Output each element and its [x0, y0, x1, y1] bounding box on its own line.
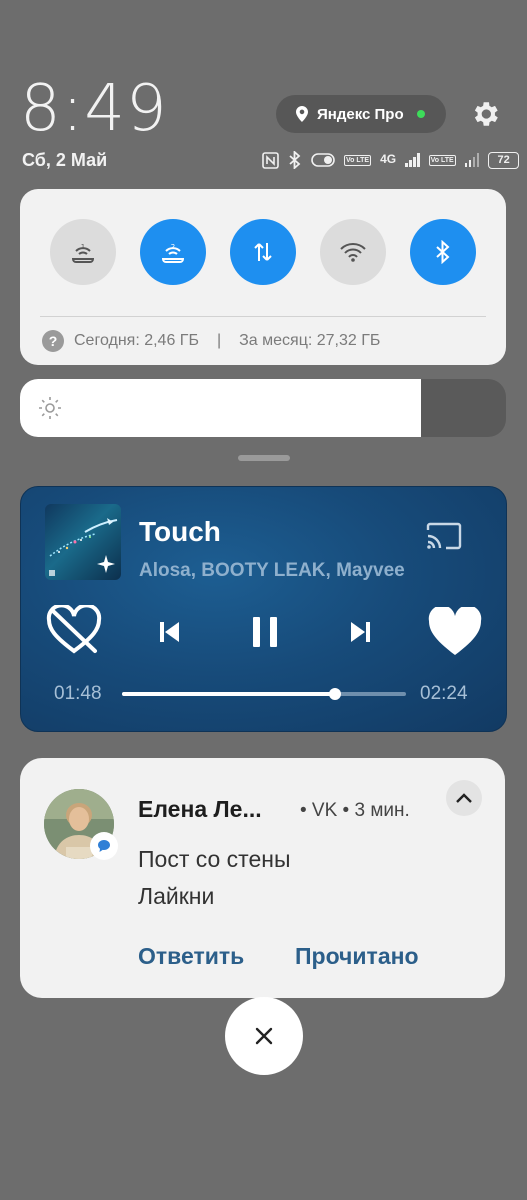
- question-icon: ?: [42, 330, 64, 352]
- sim2-data-icon: 2: [161, 243, 185, 263]
- notification-text-line1: Пост со стены: [138, 846, 291, 872]
- seek-bar[interactable]: [122, 688, 406, 700]
- active-dot: [416, 110, 425, 118]
- svg-text:2: 2: [171, 243, 175, 251]
- previous-track-icon[interactable]: [159, 620, 181, 644]
- nfc-icon: [262, 151, 279, 169]
- brightness-fill: [20, 379, 422, 437]
- mobile-data-icon: [254, 243, 272, 261]
- divider: [40, 316, 486, 317]
- message-badge: [90, 832, 118, 860]
- volte-badge-2: Vo LTE: [428, 154, 456, 166]
- toggle-status-icon: [311, 153, 335, 167]
- elapsed-time: 01:48: [54, 683, 102, 704]
- network-type: 4G: [380, 152, 397, 166]
- settings-gear-icon[interactable]: [469, 98, 501, 130]
- volte-badge-1: Vo LTE: [344, 154, 372, 166]
- chat-bubble-icon: [98, 840, 110, 852]
- yandex-pro-shortcut[interactable]: Яндекс Про: [276, 95, 446, 133]
- sim1-data-toggle[interactable]: 1: [50, 219, 116, 285]
- mark-read-button[interactable]: Прочитано: [295, 943, 419, 970]
- album-art-image: [49, 518, 118, 576]
- album-art[interactable]: [45, 504, 121, 580]
- svg-text:1: 1: [81, 243, 85, 251]
- seek-progress: [122, 692, 335, 696]
- wifi-toggle[interactable]: [320, 219, 386, 285]
- data-usage-row[interactable]: ? Сегодня: 2,46 ГБ | За месяц: 27,32 ГБ: [42, 330, 380, 352]
- location-pin-icon: [296, 106, 308, 122]
- brightness-slider[interactable]: [20, 379, 506, 437]
- yandex-pro-label: Яндекс Про: [317, 105, 404, 123]
- clear-all-button[interactable]: [225, 997, 303, 1075]
- signal-strength-icon-1: [405, 153, 420, 167]
- bluetooth-icon: [436, 240, 450, 264]
- date[interactable]: Сб, 2 Май: [22, 150, 107, 171]
- pause-icon[interactable]: [251, 615, 279, 649]
- dislike-heart-icon[interactable]: [45, 605, 103, 657]
- reply-button[interactable]: Ответить: [138, 943, 244, 970]
- month-usage: За месяц: 27,32 ГБ: [239, 332, 381, 349]
- duration-time: 02:24: [420, 683, 468, 704]
- today-usage: Сегодня: 2,46 ГБ: [74, 332, 199, 349]
- mobile-data-toggle[interactable]: [230, 219, 296, 285]
- wifi-icon: [340, 243, 366, 262]
- media-player-card[interactable]: Touch Alosa, BOOTY LEAK, Mayvee 01:48 02…: [20, 486, 507, 732]
- next-track-icon[interactable]: [349, 620, 371, 644]
- seek-knob[interactable]: [329, 688, 341, 700]
- signal-strength-icon-2: [464, 153, 480, 167]
- cast-icon[interactable]: [425, 521, 463, 551]
- quick-settings-panel: 1 2 ? Сегодня: 2,46 ГБ | За месяц: 27,32…: [20, 189, 506, 365]
- notification-text-line2: Лайкни: [138, 883, 215, 909]
- chevron-up-icon: [456, 793, 472, 803]
- vk-notification-card[interactable]: Елена Ле... • VK • 3 мин. Пост со стены …: [20, 758, 505, 998]
- song-title: Touch: [139, 516, 221, 547]
- close-icon: [255, 1027, 273, 1045]
- clock[interactable]: 8:49: [20, 74, 168, 144]
- sender-name: Елена Ле...: [138, 796, 262, 822]
- bluetooth-toggle[interactable]: [410, 219, 476, 285]
- brightness-sun-icon: [39, 397, 61, 419]
- collapse-button[interactable]: [446, 780, 482, 816]
- bluetooth-status-icon: [289, 151, 301, 169]
- status-icons: Vo LTE 4G Vo LTE 72: [262, 149, 520, 171]
- sim1-data-icon: 1: [71, 243, 95, 263]
- song-artist: Alosa, BOOTY LEAK, Mayvee: [139, 560, 405, 581]
- usage-separator: |: [216, 332, 222, 349]
- drag-handle[interactable]: [238, 455, 290, 461]
- notification-meta: • VK • 3 мин.: [300, 800, 410, 821]
- battery-indicator: 72: [488, 151, 520, 169]
- like-heart-icon[interactable]: [427, 607, 483, 657]
- sim2-data-toggle[interactable]: 2: [140, 219, 206, 285]
